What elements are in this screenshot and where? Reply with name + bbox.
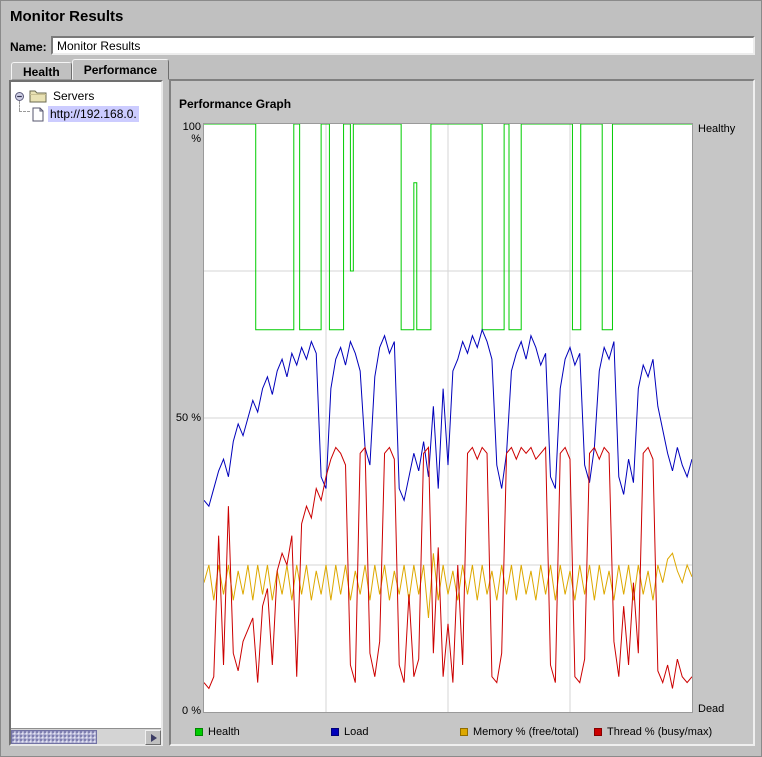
legend-swatch <box>460 728 468 736</box>
document-icon <box>32 107 44 122</box>
chart-canvas <box>204 124 692 712</box>
page-title: Monitor Results <box>10 8 123 25</box>
tree-node-servers[interactable]: Servers <box>51 88 96 104</box>
legend-item: Load <box>331 726 368 738</box>
tree-connector-horizontal <box>19 111 30 112</box>
tree-toggle-icon[interactable] <box>14 91 25 102</box>
dead-label: Dead <box>698 703 724 715</box>
tab-performance[interactable]: Performance <box>72 59 169 80</box>
legend-item: Thread % (busy/max) <box>594 726 712 738</box>
tree-row-servers: Servers <box>11 87 161 105</box>
performance-graph-panel: Performance Graph 100 % 50 % 0 % Healthy… <box>169 79 755 746</box>
server-tree: Servers http://192.168.0. <box>11 82 161 728</box>
graph-title: Performance Graph <box>179 97 291 111</box>
performance-chart <box>203 123 693 713</box>
arrow-right-icon <box>151 734 161 742</box>
tab-health[interactable]: Health <box>11 62 72 80</box>
legend-label: Health <box>208 726 240 738</box>
tree-row-server-url: http://192.168.0. <box>11 105 161 123</box>
chart-legend: Health Load Memory % (free/total) Thread % … <box>171 726 753 742</box>
legend-item: Memory % (free/total) <box>460 726 579 738</box>
horizontal-scrollbar[interactable] <box>11 728 161 744</box>
scrollbar-thumb[interactable] <box>11 730 97 744</box>
server-tree-panel: Servers http://192.168.0. <box>9 80 163 746</box>
monitor-results-window: Monitor Results Name: Health Performance… <box>0 0 762 757</box>
legend-label: Load <box>344 726 368 738</box>
legend-item: Health <box>195 726 240 738</box>
tree-connector-vertical <box>19 101 20 111</box>
legend-label: Thread % (busy/max) <box>607 726 712 738</box>
folder-icon <box>29 89 47 103</box>
y-axis-label-0: 0 % <box>172 705 201 717</box>
y-axis-label-50: 50 % <box>172 412 201 424</box>
legend-label: Memory % (free/total) <box>473 726 579 738</box>
scroll-right-button[interactable] <box>145 730 161 745</box>
name-input[interactable] <box>51 36 755 55</box>
y-axis-label-100: 100 % <box>172 121 201 145</box>
tree-node-server-url-label[interactable]: http://192.168.0. <box>48 106 139 122</box>
name-label: Name: <box>10 40 47 54</box>
legend-swatch <box>195 728 203 736</box>
legend-swatch <box>594 728 602 736</box>
tab-bar: Health Performance <box>11 59 169 80</box>
legend-swatch <box>331 728 339 736</box>
healthy-label: Healthy <box>698 123 735 135</box>
